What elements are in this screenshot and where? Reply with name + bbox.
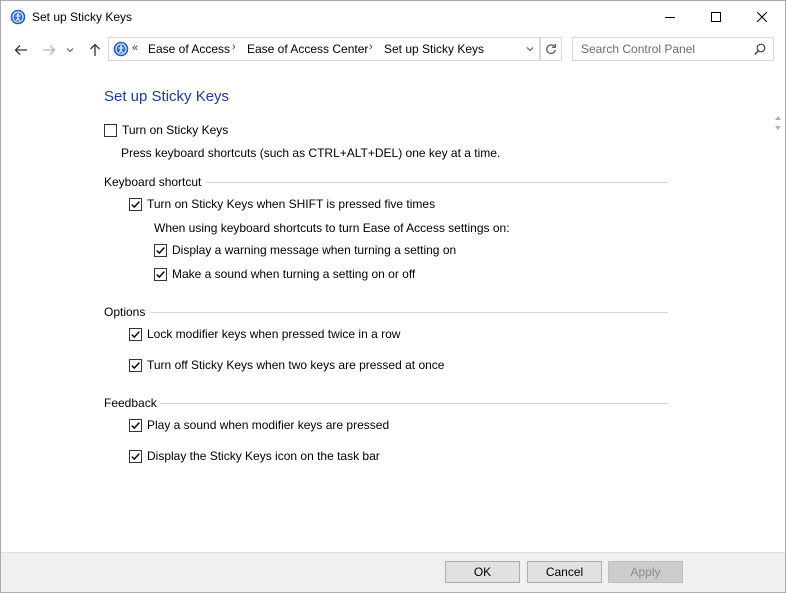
up-arrow-icon — [90, 43, 100, 56]
maximize-button[interactable] — [693, 1, 739, 32]
checkmark-icon — [156, 270, 165, 278]
turn-on-description: Press keyboard shortcuts (such as CTRL+A… — [121, 146, 501, 160]
checkbox-box-checked[interactable] — [129, 197, 142, 211]
apply-button[interactable]: Apply — [608, 561, 683, 583]
checkbox-box-checked[interactable] — [129, 358, 142, 372]
section-divider — [160, 403, 668, 404]
checkbox-label[interactable]: Lock modifier keys when pressed twice in… — [147, 327, 400, 341]
dialog-footer: OK Cancel Apply — [1, 552, 785, 592]
minimize-icon — [665, 16, 675, 18]
navigation-bar: « Ease of Access › Ease of Access Center… — [1, 32, 785, 68]
turn-off-two-keys-checkbox[interactable]: Turn off Sticky Keys when two keys are p… — [129, 357, 444, 373]
back-button[interactable] — [11, 40, 31, 60]
section-divider — [151, 312, 668, 313]
checkmark-icon — [131, 200, 140, 208]
display-warning-checkbox[interactable]: Display a warning message when turning a… — [154, 242, 456, 258]
minimize-button[interactable] — [647, 1, 693, 32]
shift-five-times-checkbox[interactable]: Turn on Sticky Keys when SHIFT is presse… — [129, 196, 435, 212]
refresh-button[interactable] — [540, 37, 562, 61]
checkmark-icon — [131, 452, 140, 460]
shortcut-note: When using keyboard shortcuts to turn Ea… — [154, 221, 510, 235]
breadcrumb-separator[interactable]: › — [369, 41, 373, 53]
close-button[interactable] — [739, 1, 785, 32]
checkbox-label[interactable]: Turn off Sticky Keys when two keys are p… — [147, 358, 444, 372]
maximize-icon — [711, 11, 721, 22]
chevron-down-icon — [526, 47, 533, 52]
back-arrow-icon — [14, 45, 27, 55]
breadcrumb-set-up-sticky-keys[interactable]: Set up Sticky Keys — [384, 42, 484, 56]
refresh-icon — [546, 44, 556, 54]
taskbar-icon-checkbox[interactable]: Display the Sticky Keys icon on the task… — [129, 448, 380, 464]
checkbox-box-checked[interactable] — [129, 418, 142, 432]
breadcrumb-ease-of-access[interactable]: Ease of Access — [148, 42, 230, 56]
address-dropdown-button[interactable] — [520, 37, 540, 61]
lock-modifier-keys-checkbox[interactable]: Lock modifier keys when pressed twice in… — [129, 326, 400, 342]
ok-button[interactable]: OK — [445, 561, 520, 583]
search-input[interactable]: Search Control Panel — [572, 37, 774, 61]
window-title: Set up Sticky Keys — [32, 10, 133, 24]
search-icon[interactable] — [754, 43, 766, 59]
breadcrumb-separator[interactable]: › — [232, 41, 236, 53]
page-title: Set up Sticky Keys — [104, 88, 230, 105]
section-title-feedback: Feedback — [104, 396, 157, 410]
checkbox-box-checked[interactable] — [154, 267, 167, 281]
checkmark-icon — [131, 361, 140, 369]
checkbox-label[interactable]: Make a sound when turning a setting on o… — [172, 267, 415, 281]
cancel-button[interactable]: Cancel — [527, 561, 602, 583]
checkbox-label[interactable]: Turn on Sticky Keys — [122, 123, 228, 137]
forward-button[interactable] — [39, 40, 59, 60]
section-divider — [206, 182, 668, 183]
control-panel-icon — [113, 41, 129, 57]
section-title-options: Options — [104, 305, 146, 319]
sticky-keys-window: Set up Sticky Keys « Ease of Access › Ea… — [0, 0, 786, 593]
checkmark-icon — [131, 421, 140, 429]
checkbox-label[interactable]: Display the Sticky Keys icon on the task… — [147, 449, 380, 463]
title-bar[interactable]: Set up Sticky Keys — [1, 1, 785, 32]
section-title-keyboard-shortcut: Keyboard shortcut — [104, 175, 202, 189]
ease-of-access-icon — [10, 9, 26, 25]
recent-locations-button[interactable] — [64, 40, 76, 60]
breadcrumb-ease-of-access-center[interactable]: Ease of Access Center — [247, 42, 368, 56]
vertical-scrollbar[interactable] — [771, 68, 785, 552]
checkbox-box-checked[interactable] — [129, 449, 142, 463]
checkbox-box-checked[interactable] — [154, 243, 167, 257]
play-sound-checkbox[interactable]: Play a sound when modifier keys are pres… — [129, 417, 389, 433]
close-icon — [757, 11, 767, 22]
address-bar[interactable]: « Ease of Access › Ease of Access Center… — [108, 37, 541, 61]
checkbox-label[interactable]: Turn on Sticky Keys when SHIFT is presse… — [147, 197, 435, 211]
turn-on-sticky-keys-checkbox[interactable]: Turn on Sticky Keys — [104, 122, 228, 138]
checkbox-box-checked[interactable] — [129, 327, 142, 341]
settings-content: Set up Sticky Keys Turn on Sticky Keys P… — [1, 68, 771, 552]
chevron-down-icon — [66, 48, 74, 53]
forward-arrow-icon — [43, 45, 56, 55]
checkmark-icon — [131, 330, 140, 338]
checkbox-label[interactable]: Display a warning message when turning a… — [172, 243, 456, 257]
up-button[interactable] — [85, 40, 105, 60]
checkmark-icon — [156, 246, 165, 254]
scroll-down-arrow-icon[interactable] — [774, 120, 782, 134]
address-overflow-chevron[interactable]: « — [132, 42, 138, 54]
checkbox-box[interactable] — [104, 123, 117, 137]
search-placeholder: Search Control Panel — [581, 42, 696, 56]
checkbox-label[interactable]: Play a sound when modifier keys are pres… — [147, 418, 389, 432]
make-sound-checkbox[interactable]: Make a sound when turning a setting on o… — [154, 266, 415, 282]
